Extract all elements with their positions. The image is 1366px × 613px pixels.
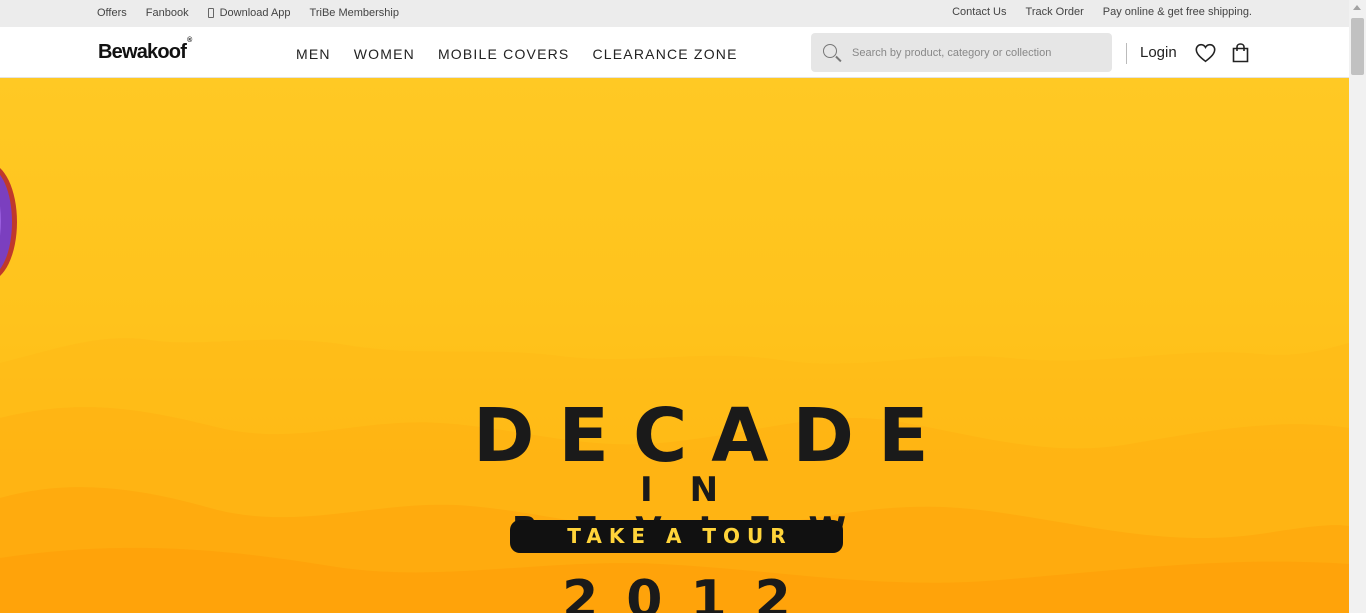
registered-mark: ® bbox=[187, 37, 192, 45]
bag-icon[interactable] bbox=[1232, 43, 1249, 63]
utility-links-left: Offers Fanbook Download App TriBe Member… bbox=[97, 7, 399, 19]
utility-links-right: Contact Us Track Order Pay online & get … bbox=[952, 6, 1252, 18]
download-app-link[interactable]: Download App bbox=[207, 7, 291, 19]
take-a-tour-button[interactable]: TAKE A TOUR bbox=[510, 520, 843, 553]
search-icon[interactable] bbox=[822, 43, 842, 63]
scroll-thumb[interactable] bbox=[1351, 18, 1364, 75]
phone-icon bbox=[207, 8, 214, 18]
search-input[interactable] bbox=[852, 46, 1092, 59]
tribe-membership-link[interactable]: TriBe Membership bbox=[310, 7, 399, 19]
brand-name: Bewakoof bbox=[98, 41, 187, 63]
hero-banner[interactable]: DECADE IN REVIEW TAKE A TOUR 2012 bbox=[0, 78, 1349, 613]
primary-nav: MEN WOMEN MOBILE COVERS CLEARANCE ZONE bbox=[296, 46, 738, 62]
scroll-up-arrow-icon[interactable] bbox=[1353, 5, 1361, 10]
contact-us-link[interactable]: Contact Us bbox=[952, 6, 1006, 18]
page-scrollbar[interactable] bbox=[1349, 0, 1366, 613]
nav-women[interactable]: WOMEN bbox=[354, 46, 415, 62]
utility-bar: Offers Fanbook Download App TriBe Member… bbox=[0, 0, 1349, 27]
nav-clearance-zone[interactable]: CLEARANCE ZONE bbox=[592, 46, 737, 62]
offers-link[interactable]: Offers bbox=[97, 7, 127, 19]
heart-icon[interactable] bbox=[1195, 43, 1216, 63]
header-divider bbox=[1126, 43, 1127, 64]
free-shipping-text: Pay online & get free shipping. bbox=[1102, 6, 1252, 18]
fanbook-link[interactable]: Fanbook bbox=[146, 7, 189, 19]
track-order-link[interactable]: Track Order bbox=[1026, 6, 1084, 18]
download-app-label: Download App bbox=[219, 7, 291, 19]
hero-title: DECADE bbox=[473, 393, 953, 479]
main-header: Bewakoof® MEN WOMEN MOBILE COVERS CLEARA… bbox=[0, 27, 1349, 78]
brand-logo[interactable]: Bewakoof® bbox=[98, 37, 192, 64]
nav-men[interactable]: MEN bbox=[296, 46, 331, 62]
hero-year: 2012 bbox=[562, 570, 819, 613]
login-link[interactable]: Login bbox=[1140, 44, 1177, 61]
nav-mobile-covers[interactable]: MOBILE COVERS bbox=[438, 46, 570, 62]
search-bar[interactable] bbox=[811, 33, 1112, 72]
